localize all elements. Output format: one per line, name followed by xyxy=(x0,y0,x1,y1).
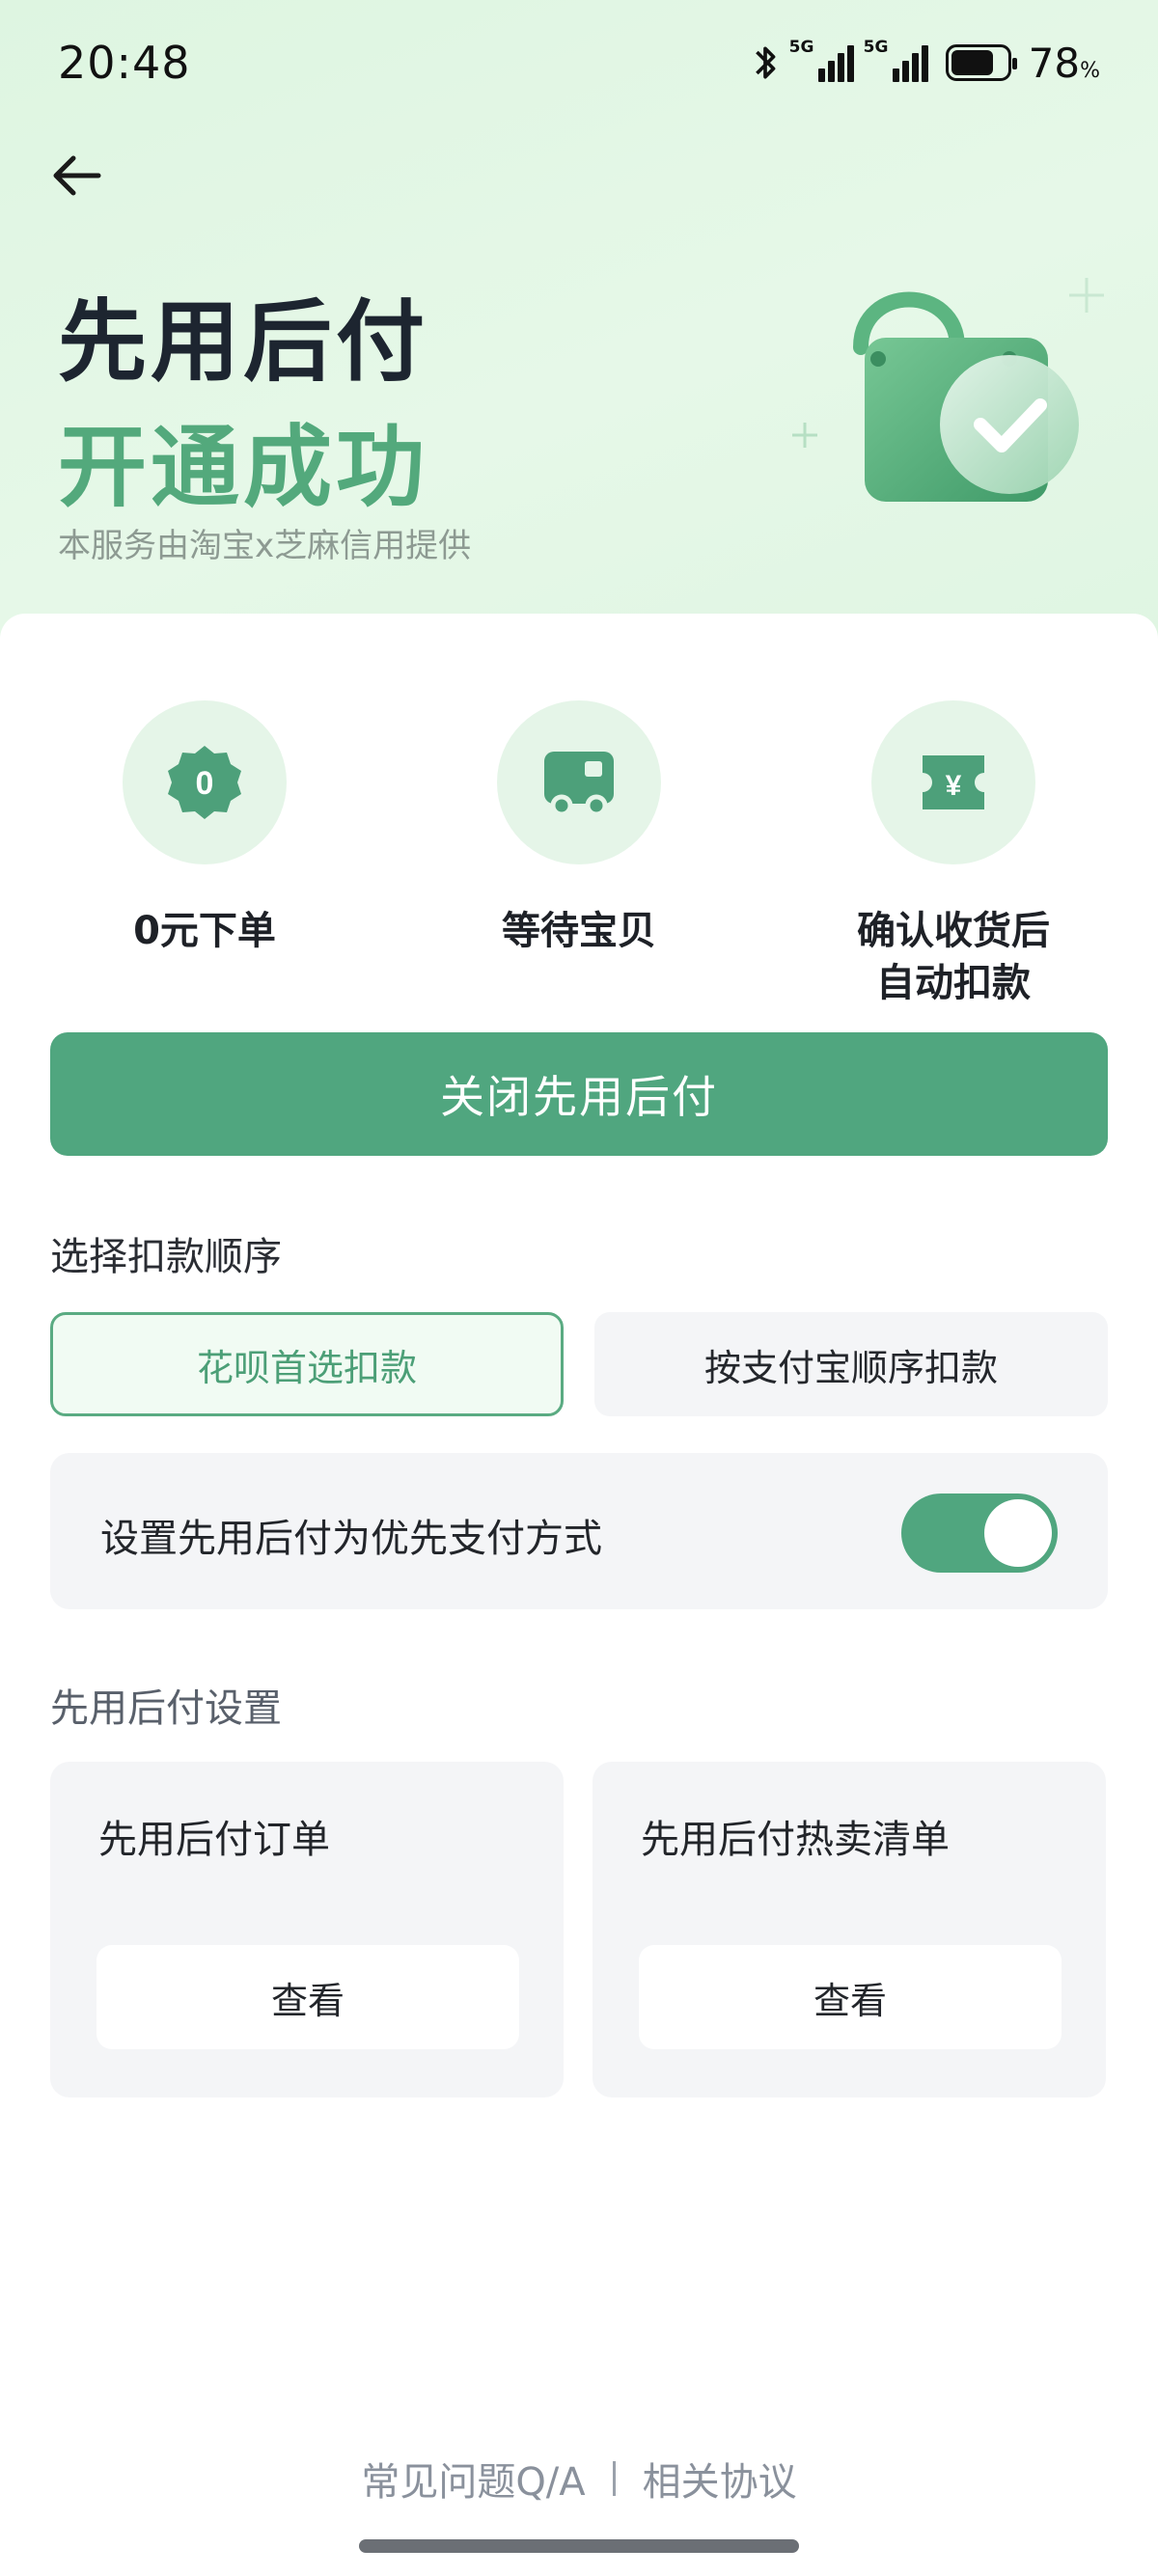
deduction-order-label: 选择扣款顺序 xyxy=(50,1235,282,1279)
feature-label: 0元下单 xyxy=(133,909,276,953)
footer-divider xyxy=(612,2461,616,2496)
agreement-link[interactable]: 相关协议 xyxy=(643,2451,797,2507)
signal-icon: 5G xyxy=(864,38,928,82)
provider-note: 本服务由淘宝x芝麻信用提供 xyxy=(58,527,472,565)
tile-title: 先用后付热卖清单 xyxy=(641,1818,950,1862)
feature-zero-order: 0 0元下单 xyxy=(79,700,330,957)
option-alipay-order[interactable]: 按支付宝顺序扣款 xyxy=(594,1312,1108,1416)
delivery-truck-icon xyxy=(544,752,614,817)
orders-tile: 先用后付订单 查看 xyxy=(50,1762,564,2097)
yuan-ticket-icon: ¥ xyxy=(923,755,984,809)
feature-label: 等待宝贝 xyxy=(502,909,656,953)
view-orders-button[interactable]: 查看 xyxy=(96,1945,519,2049)
back-button[interactable] xyxy=(46,145,108,206)
option-huabei-first[interactable]: 花呗首选扣款 xyxy=(50,1312,564,1416)
home-indicator[interactable] xyxy=(359,2539,799,2553)
priority-payment-toggle[interactable] xyxy=(901,1494,1058,1573)
hero-subtitle: 开通成功 xyxy=(58,416,429,519)
svg-text:¥: ¥ xyxy=(946,770,962,802)
check-badge-icon xyxy=(940,355,1079,494)
close-pay-later-button[interactable]: 关闭先用后付 xyxy=(50,1032,1108,1156)
status-time: 20:48 xyxy=(58,37,191,89)
view-hot-sale-button[interactable]: 查看 xyxy=(639,1945,1062,2049)
svg-text:0: 0 xyxy=(196,765,214,802)
shopping-bag-icon xyxy=(792,278,1104,502)
arrow-left-icon xyxy=(53,155,101,196)
signal-icon: 5G xyxy=(789,38,854,82)
priority-payment-row: 设置先用后付为优先支付方式 xyxy=(50,1453,1108,1609)
status-icons: 5G 5G 78% xyxy=(751,38,1100,87)
feature-auto-deduct: ¥ 确认收货后 自动扣款 xyxy=(828,700,1079,1009)
feature-wait-delivery: 等待宝贝 xyxy=(454,700,704,957)
footer-links: 常见问题Q/A 相关协议 xyxy=(0,2451,1158,2507)
hero-title: 先用后付 xyxy=(58,290,429,394)
battery-percent: 78% xyxy=(1028,39,1100,87)
feature-label: 确认收货后 自动扣款 xyxy=(857,909,1050,1005)
faq-link[interactable]: 常见问题Q/A xyxy=(361,2451,585,2507)
priority-payment-label: 设置先用后付为优先支付方式 xyxy=(100,1517,602,1561)
zero-badge-icon: 0 xyxy=(168,746,241,819)
hot-sale-tile: 先用后付热卖清单 查看 xyxy=(593,1762,1106,2097)
battery-icon xyxy=(945,44,1017,81)
tile-title: 先用后付订单 xyxy=(98,1818,330,1862)
bluetooth-icon xyxy=(755,46,776,79)
settings-section-label: 先用后付设置 xyxy=(50,1686,282,1731)
